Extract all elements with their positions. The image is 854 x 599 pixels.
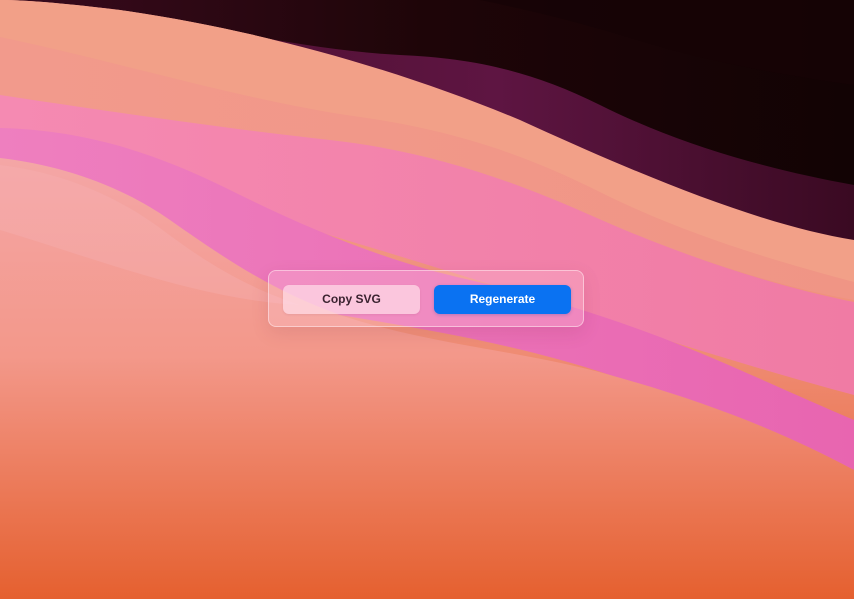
copy-svg-button[interactable]: Copy SVG bbox=[283, 285, 420, 314]
regenerate-button[interactable]: Regenerate bbox=[434, 285, 571, 314]
action-toolbar: Copy SVG Regenerate bbox=[268, 270, 584, 327]
